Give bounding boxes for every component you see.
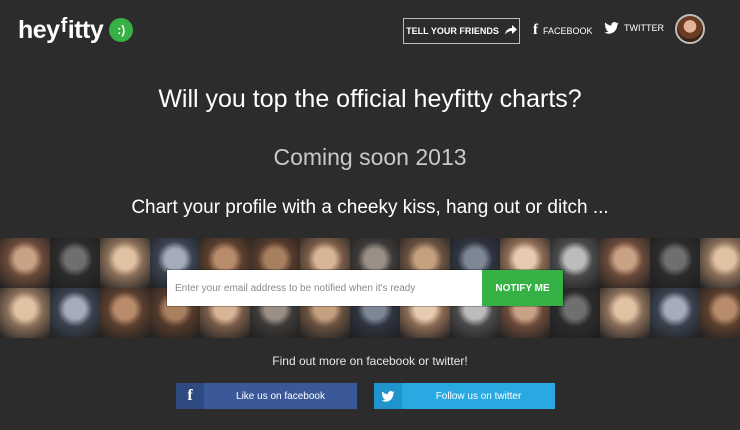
follow-us-on-twitter-button[interactable]: Follow us on twitter xyxy=(374,383,555,409)
profile-photo-tile xyxy=(0,238,50,288)
profile-photo-tile xyxy=(50,238,100,288)
header-twitter-label: TWITTER xyxy=(624,23,664,33)
profile-photo-tile xyxy=(650,238,700,288)
twitter-button-label: Follow us on twitter xyxy=(435,390,522,402)
header-facebook-label: FACEBOOK xyxy=(543,25,593,36)
header-facebook-link[interactable]: f FACEBOOK xyxy=(533,22,593,39)
tell-your-friends-label: TELL YOUR FRIENDS xyxy=(406,26,499,36)
facebook-button-label: Like us on facebook xyxy=(236,390,325,402)
find-out-more-text: Find out more on facebook or twitter! xyxy=(272,354,468,368)
twitter-bird-icon xyxy=(604,22,619,34)
profile-photo-tile xyxy=(600,238,650,288)
profile-photo-tile xyxy=(100,238,150,288)
logo-wordmark: heyfitty xyxy=(18,14,104,44)
tagline-text: Chart your profile with a cheeky kiss, h… xyxy=(131,197,609,218)
logo-smiley-icon: :) xyxy=(109,18,134,42)
page-headline: Will you top the official heyfitty chart… xyxy=(158,85,582,113)
profile-photo-tile xyxy=(700,238,740,288)
profile-photo-tile xyxy=(0,288,50,338)
profile-photo-tile xyxy=(50,288,100,338)
user-avatar[interactable] xyxy=(675,14,705,44)
profile-photo-tile xyxy=(650,288,700,338)
profile-photo-tile xyxy=(100,288,150,338)
twitter-bird-icon xyxy=(374,383,402,409)
email-signup-form: NOTIFY ME xyxy=(167,270,563,306)
like-us-on-facebook-button[interactable]: f Like us on facebook xyxy=(176,383,357,409)
tell-your-friends-button[interactable]: TELL YOUR FRIENDS xyxy=(403,18,520,44)
facebook-icon: f xyxy=(176,383,204,409)
header-twitter-link[interactable]: TWITTER xyxy=(604,22,664,34)
notify-me-button[interactable]: NOTIFY ME xyxy=(482,270,563,306)
profile-photo-tile xyxy=(600,288,650,338)
share-arrow-icon xyxy=(504,25,517,37)
coming-soon-text: Coming soon 2013 xyxy=(273,144,467,170)
facebook-icon: f xyxy=(533,22,538,38)
heyfitty-logo[interactable]: heyfitty :) xyxy=(18,12,134,48)
email-input[interactable] xyxy=(167,270,482,306)
top-header: heyfitty :) TELL YOUR FRIENDS f FACEBOOK… xyxy=(0,0,740,62)
profile-photo-tile xyxy=(700,288,740,338)
